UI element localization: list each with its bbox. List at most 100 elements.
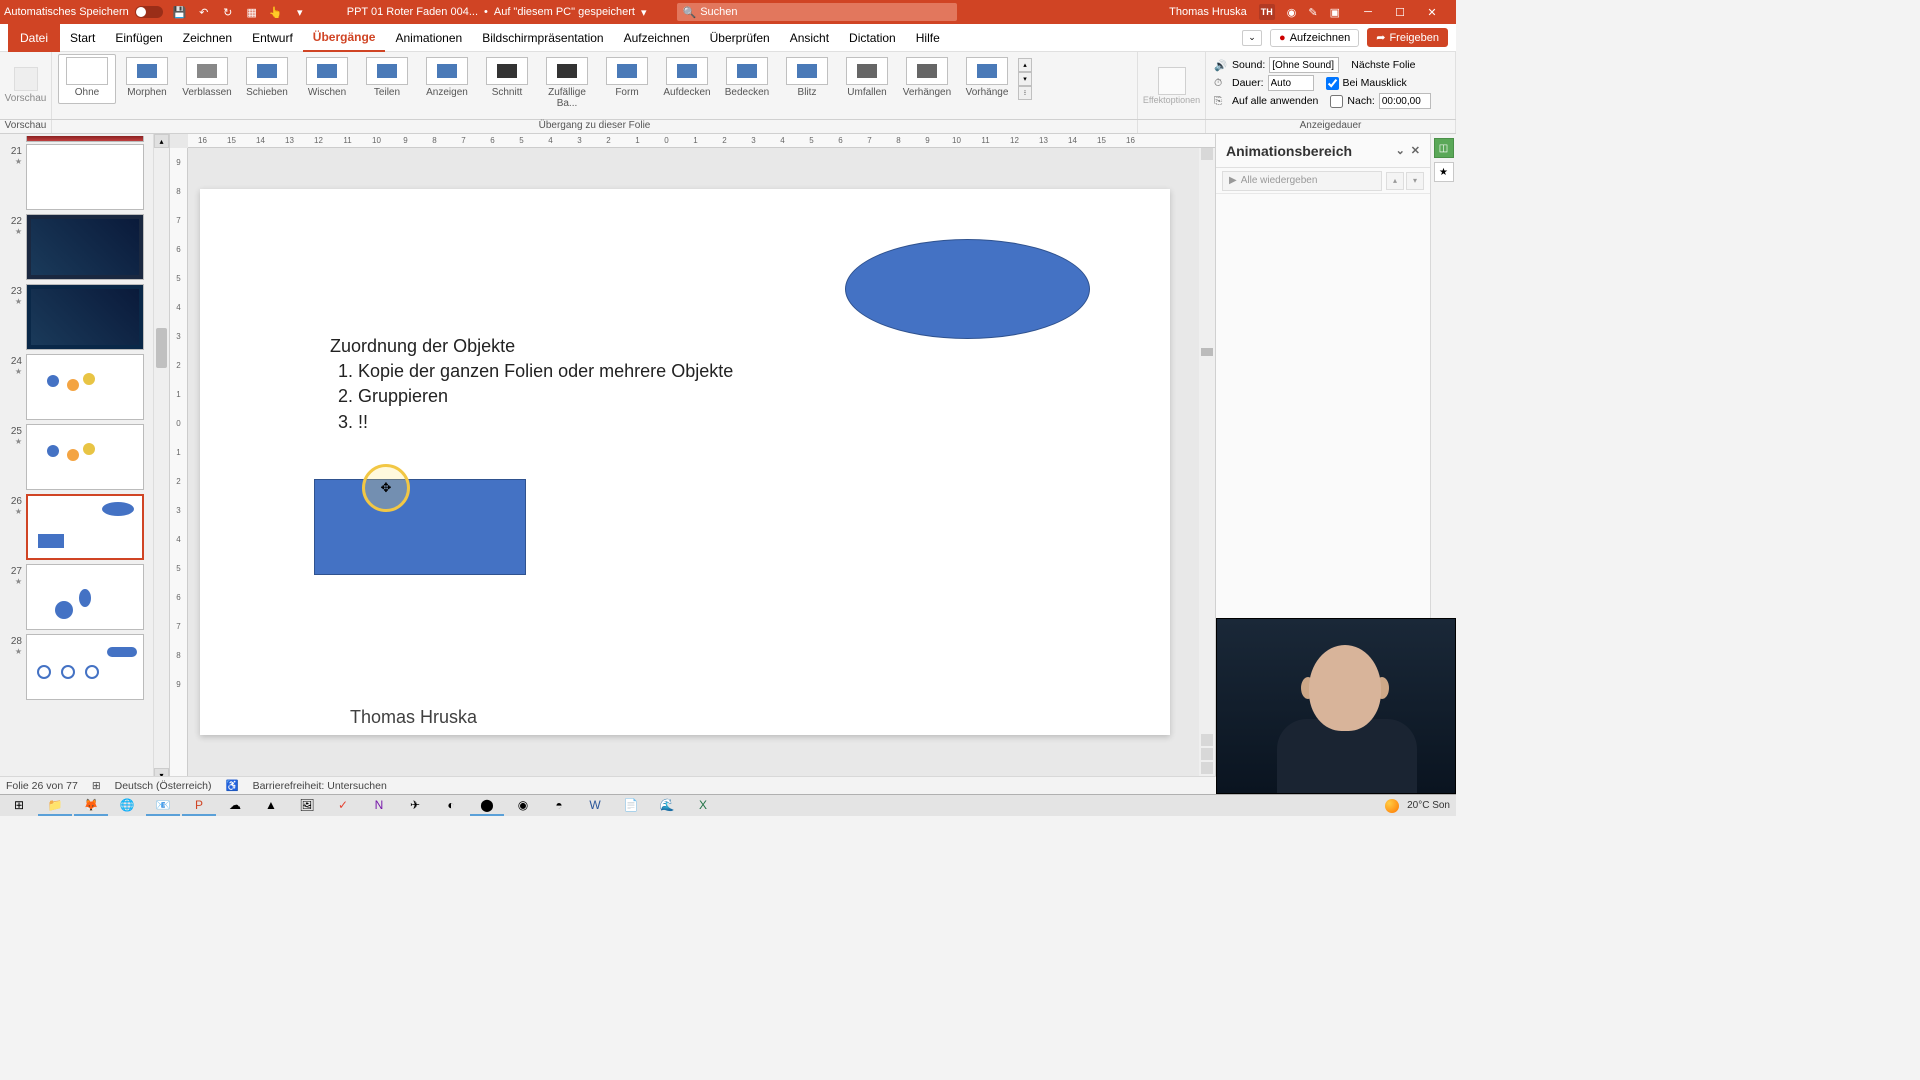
sound-select[interactable] <box>1269 57 1339 73</box>
toggle-switch[interactable] <box>135 6 163 18</box>
undo-icon[interactable]: ↶ <box>197 5 211 19</box>
scroll-up-icon[interactable]: ▴ <box>154 134 169 148</box>
edit-scrollbar[interactable] <box>1199 148 1215 782</box>
thumbnail-slide-28[interactable]: 28★ <box>4 634 165 700</box>
slide-shape-ellipse[interactable] <box>845 239 1090 339</box>
after-checkbox[interactable] <box>1330 95 1343 108</box>
tab-ueberpruefen[interactable]: Überprüfen <box>700 24 780 52</box>
tab-file[interactable]: Datei <box>8 24 60 52</box>
designer-icon[interactable]: ◫ <box>1434 138 1454 158</box>
obs-icon[interactable]: ⬤ <box>470 796 504 816</box>
transition-verblassen[interactable]: Verblassen <box>178 55 236 103</box>
tab-uebergaenge[interactable]: Übergänge <box>303 24 386 52</box>
slide-canvas[interactable]: Zuordnung der Objekte Kopie der ganzen F… <box>200 189 1170 735</box>
coming-soon-icon[interactable]: ◉ <box>1287 6 1297 19</box>
transition-blitz[interactable]: Blitz <box>778 55 836 103</box>
word-icon[interactable]: W <box>578 796 612 816</box>
language-indicator[interactable]: Deutsch (Österreich) <box>115 780 212 792</box>
gallery-more-icon[interactable]: ⁝ <box>1018 86 1032 100</box>
chrome-icon[interactable]: 🌐 <box>110 796 144 816</box>
redo-icon[interactable]: ↻ <box>221 5 235 19</box>
close-button[interactable]: ✕ <box>1416 0 1448 24</box>
tab-aufzeichnen[interactable]: Aufzeichnen <box>614 24 700 52</box>
user-avatar[interactable]: TH <box>1259 4 1275 20</box>
from-beginning-icon[interactable]: ▦ <box>245 5 259 19</box>
firefox-icon[interactable]: 🦊 <box>74 796 108 816</box>
maximize-button[interactable]: ☐ <box>1384 0 1416 24</box>
slide-shape-rectangle[interactable] <box>314 479 526 575</box>
slide-counter[interactable]: Folie 26 von 77 <box>6 780 78 792</box>
transition-teilen[interactable]: Teilen <box>358 55 416 103</box>
prev-slide-icon[interactable] <box>1201 748 1213 760</box>
slide-text-block[interactable]: Zuordnung der Objekte Kopie der ganzen F… <box>330 334 733 435</box>
thumbnail-slide-25[interactable]: 25★ <box>4 424 165 490</box>
telegram-icon[interactable]: ✈ <box>398 796 432 816</box>
accessibility-label[interactable]: Barrierefreiheit: Untersuchen <box>253 780 387 792</box>
scroll-up-icon[interactable] <box>1201 148 1213 160</box>
tab-dictation[interactable]: Dictation <box>839 24 906 52</box>
thumbnail-slide-24[interactable]: 24★ <box>4 354 165 420</box>
app3-icon[interactable]: 📄 <box>614 796 648 816</box>
minimize-button[interactable]: ─ <box>1352 0 1384 24</box>
pen-icon[interactable]: ✎ <box>1308 6 1317 19</box>
user-name[interactable]: Thomas Hruska <box>1169 6 1247 18</box>
thumbnail-slide-27[interactable]: 27★ <box>4 564 165 630</box>
ribbon-display-icon[interactable]: ⌄ <box>1242 30 1262 46</box>
gallery-up-icon[interactable]: ▴ <box>1018 58 1032 72</box>
apply-all-icon[interactable]: ⎘ <box>1214 95 1228 108</box>
tab-entwurf[interactable]: Entwurf <box>242 24 303 52</box>
thumbnail-slide-22[interactable]: 22★ <box>4 214 165 280</box>
transition-schnitt[interactable]: Schnitt <box>478 55 536 103</box>
transition-anzeigen[interactable]: Anzeigen <box>418 55 476 103</box>
thumbnail-slide-23[interactable]: 23★ <box>4 284 165 350</box>
tab-ansicht[interactable]: Ansicht <box>780 24 839 52</box>
tab-einfuegen[interactable]: Einfügen <box>105 24 172 52</box>
transition-bedecken[interactable]: Bedecken <box>718 55 776 103</box>
transition-wischen[interactable]: Wischen <box>298 55 356 103</box>
app-icon[interactable]: ◐ <box>434 796 468 816</box>
start-icon[interactable]: ⊞ <box>2 796 36 816</box>
powerpoint-icon[interactable]: P <box>182 796 216 816</box>
transition-zuflligeba[interactable]: Zufällige Ba... <box>538 55 596 103</box>
transition-form[interactable]: Form <box>598 55 656 103</box>
tab-hilfe[interactable]: Hilfe <box>906 24 950 52</box>
transition-schieben[interactable]: Schieben <box>238 55 296 103</box>
pane-close-icon[interactable]: ✕ <box>1411 144 1420 157</box>
preview-icon[interactable] <box>14 67 38 91</box>
share-button[interactable]: ➦Freigeben <box>1367 28 1448 47</box>
after-input[interactable] <box>1379 93 1431 109</box>
thumbnail-slide-21[interactable]: 21★ <box>4 144 165 210</box>
slide-author[interactable]: Thomas Hruska <box>350 707 477 728</box>
weather-text[interactable]: 20°C Son <box>1407 800 1450 811</box>
transition-vorhnge[interactable]: Vorhänge <box>958 55 1016 103</box>
next-slide-icon[interactable] <box>1201 762 1213 774</box>
scroll-down-icon[interactable] <box>1201 734 1213 746</box>
apply-all-label[interactable]: Auf alle anwenden <box>1232 95 1318 107</box>
save-icon[interactable]: 💾 <box>173 5 187 19</box>
transition-morphen[interactable]: Morphen <box>118 55 176 103</box>
edge-icon[interactable]: 🌊 <box>650 796 684 816</box>
tab-bildschirmpraesentation[interactable]: Bildschirmpräsentation <box>472 24 613 52</box>
touch-mode-icon[interactable]: 👆 <box>269 5 283 19</box>
scroll-thumb[interactable] <box>1201 348 1213 356</box>
transition-aufdecken[interactable]: Aufdecken <box>658 55 716 103</box>
transition-verhngen[interactable]: Verhängen <box>898 55 956 103</box>
record-button[interactable]: ●Aufzeichnen <box>1270 29 1359 47</box>
thumbnail-slide-26[interactable]: 26★ <box>4 494 165 560</box>
scroll-thumb[interactable] <box>156 328 167 368</box>
record-icon[interactable]: ◉ <box>506 796 540 816</box>
sketch-icon[interactable]: ☁ <box>218 796 252 816</box>
on-click-checkbox[interactable] <box>1326 77 1339 90</box>
autosave-toggle[interactable]: Automatisches Speichern <box>4 6 163 18</box>
tab-animationen[interactable]: Animationen <box>385 24 472 52</box>
app2-icon[interactable]: ◓ <box>542 796 576 816</box>
tab-start[interactable]: Start <box>60 24 105 52</box>
accessibility-check-icon[interactable]: ♿ <box>225 779 238 792</box>
search-box[interactable]: 🔍 Suchen <box>677 3 957 21</box>
thumbnail-scrollbar[interactable]: ▴ ▾ <box>153 134 169 782</box>
gallery-down-icon[interactable]: ▾ <box>1018 72 1032 86</box>
qat-dropdown-icon[interactable]: ▾ <box>293 5 307 19</box>
onenote-icon[interactable]: N <box>362 796 396 816</box>
excel-icon[interactable]: X <box>686 796 720 816</box>
pane-dropdown-icon[interactable]: ⌄ <box>1396 144 1405 157</box>
